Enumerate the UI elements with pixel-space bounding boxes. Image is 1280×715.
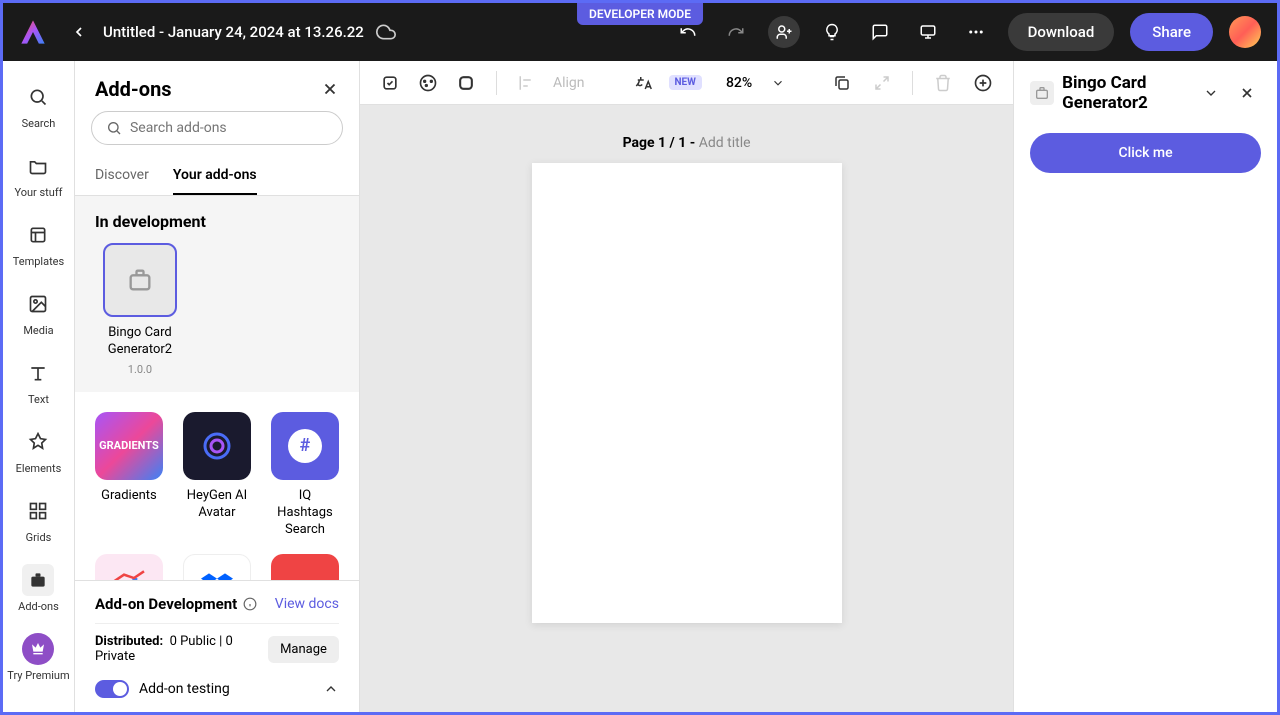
user-avatar[interactable]: [1229, 16, 1261, 48]
share-button[interactable]: Share: [1130, 13, 1213, 51]
close-panel-button[interactable]: [321, 80, 339, 98]
duplicate-page-icon[interactable]: [828, 69, 856, 97]
app-logo[interactable]: [19, 18, 47, 46]
color-icon[interactable]: [414, 69, 442, 97]
resize-icon: [868, 69, 896, 97]
cloud-sync-icon[interactable]: [376, 22, 396, 42]
new-badge: NEW: [669, 75, 702, 90]
zoom-dropdown-icon[interactable]: [764, 69, 792, 97]
right-panel-title: Bingo Card Generator2: [1062, 73, 1189, 113]
right-panel-dropdown[interactable]: [1197, 79, 1225, 107]
canvas-toolbar: Align NEW 82%: [360, 61, 1013, 105]
addon-gradients[interactable]: GRADIENTSGradients: [95, 412, 163, 539]
download-button[interactable]: Download: [1008, 13, 1115, 51]
tab-discover[interactable]: Discover: [95, 157, 149, 195]
developer-mode-badge: DEVELOPER MODE: [577, 3, 703, 25]
document-title[interactable]: Untitled - January 24, 2024 at 13.26.22: [103, 23, 364, 41]
back-button[interactable]: [71, 24, 87, 40]
invite-button[interactable]: [768, 16, 800, 48]
crop-icon[interactable]: [376, 69, 404, 97]
redo-button[interactable]: [720, 16, 752, 48]
chevron-up-icon[interactable]: [323, 681, 339, 697]
view-docs-link[interactable]: View docs: [275, 596, 339, 612]
addons-panel: Add-ons Discover Your add-ons In develop…: [75, 61, 360, 712]
nav-premium[interactable]: Try Premium: [3, 625, 74, 690]
nav-addons[interactable]: Add-ons: [3, 556, 74, 621]
addon-testing-toggle[interactable]: [95, 680, 129, 698]
topbar-right: Download Share: [672, 13, 1261, 51]
comment-icon[interactable]: [864, 16, 896, 48]
nav-elements[interactable]: Elements: [3, 418, 74, 483]
in-development-title: In development: [95, 212, 339, 231]
right-panel-close[interactable]: [1233, 79, 1261, 107]
click-me-button[interactable]: Click me: [1030, 133, 1261, 173]
dev-addon-card[interactable]: Bingo Card Generator2 1.0.0: [95, 243, 185, 376]
addon-dev-title: Add-on Development: [95, 595, 257, 613]
addon-neiro[interactable]: Neiro: [271, 554, 339, 580]
shape-icon[interactable]: [452, 69, 480, 97]
nav-your-stuff[interactable]: Your stuff: [3, 142, 74, 207]
addon-iq-hashtags[interactable]: #IQ Hashtags Search: [271, 412, 339, 539]
page-1[interactable]: [532, 163, 842, 623]
addon-icon: [1030, 81, 1054, 105]
translate-icon[interactable]: [629, 69, 657, 97]
nav-text[interactable]: Text: [3, 349, 74, 414]
search-addons-input[interactable]: [91, 111, 343, 145]
lightbulb-icon[interactable]: [816, 16, 848, 48]
addon-testing-label: Add-on testing: [139, 681, 313, 697]
nav-grids[interactable]: Grids: [3, 487, 74, 552]
nav-templates[interactable]: Templates: [3, 211, 74, 276]
addons-panel-title: Add-ons: [95, 77, 172, 101]
manage-button[interactable]: Manage: [268, 636, 339, 663]
canvas-content[interactable]: Page 1 / 1 - Add title: [360, 105, 1013, 712]
nav-media[interactable]: Media: [3, 280, 74, 345]
more-icon[interactable]: [960, 16, 992, 48]
nav-search[interactable]: Search: [3, 73, 74, 138]
right-panel: Bingo Card Generator2 Click me: [1013, 61, 1277, 712]
addon-thumb-icon: [103, 243, 177, 317]
addon-heygen[interactable]: HeyGen AI Avatar: [183, 412, 251, 539]
topbar: DEVELOPER MODE Untitled - January 24, 20…: [3, 3, 1277, 61]
tab-your-addons[interactable]: Your add-ons: [173, 157, 257, 195]
align-label: Align: [553, 75, 585, 91]
nav-rail: Search Your stuff Templates Media Text E…: [3, 61, 75, 712]
align-icon: [513, 69, 541, 97]
addon-dev-footer: Add-on Development View docs Distributed…: [75, 580, 359, 712]
canvas-area: Align NEW 82% Page 1 / 1 - Add title: [360, 61, 1013, 712]
search-icon: [106, 120, 122, 136]
page-label[interactable]: Page 1 / 1 - Add title: [623, 135, 751, 151]
addon-dropbox[interactable]: [183, 554, 251, 580]
info-icon[interactable]: [243, 597, 257, 611]
addon-chart[interactable]: [95, 554, 163, 580]
delete-icon: [929, 69, 957, 97]
zoom-level[interactable]: 82%: [726, 75, 752, 91]
distributed-label: Distributed: 0 Public | 0 Private: [95, 634, 268, 664]
present-icon[interactable]: [912, 16, 944, 48]
add-page-icon[interactable]: [969, 69, 997, 97]
